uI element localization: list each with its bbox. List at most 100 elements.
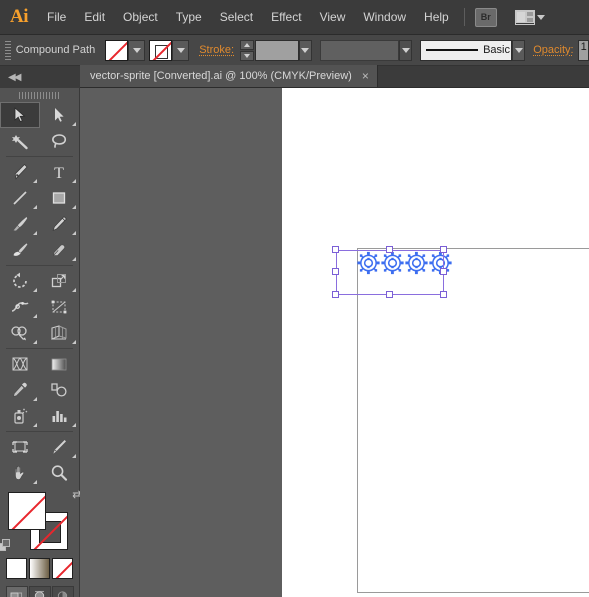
eyedropper-tool[interactable]: [0, 377, 40, 403]
scale-icon: [50, 272, 68, 290]
line-segment-tool[interactable]: [0, 185, 40, 211]
stroke-profile-input[interactable]: [320, 40, 399, 61]
toolbox-grip[interactable]: [0, 88, 79, 102]
document-tab[interactable]: vector-sprite [Converted].ai @ 100% (CMY…: [80, 65, 378, 87]
control-bar-grip[interactable]: [4, 40, 11, 60]
selection-bounding-box[interactable]: [336, 250, 444, 295]
illustrator-window: Ai File Edit Object Type Select Effect V…: [0, 0, 589, 597]
gradient-tool[interactable]: [40, 351, 80, 377]
magic-wand-tool[interactable]: [0, 128, 40, 154]
opacity-input[interactable]: 1: [578, 40, 589, 61]
default-fill-stroke-icon[interactable]: [0, 539, 11, 552]
brush-definition-field[interactable]: Basic: [420, 40, 512, 61]
none-mode-button[interactable]: [52, 558, 73, 579]
artboard-bottom-edge: [357, 592, 589, 593]
slice-tool[interactable]: [40, 434, 80, 460]
draw-normal-icon: [10, 590, 23, 597]
tool-divider: [6, 156, 73, 157]
direct-selection-tool[interactable]: [40, 102, 80, 128]
free-transform-tool[interactable]: [40, 294, 80, 320]
workspace-switcher[interactable]: [515, 10, 545, 25]
eraser-tool[interactable]: [40, 237, 80, 263]
paintbrush-tool[interactable]: [0, 211, 40, 237]
stroke-profile-dropdown-arrow[interactable]: [399, 40, 412, 61]
column-graph-tool[interactable]: [40, 403, 80, 429]
width-tool[interactable]: [0, 294, 40, 320]
shape-builder-icon: [10, 325, 30, 341]
type-tool[interactable]: T: [40, 159, 80, 185]
draw-inside-button[interactable]: [52, 586, 74, 597]
selection-type-label: Compound Path: [16, 44, 96, 56]
close-icon[interactable]: ×: [362, 70, 369, 82]
collapse-panel-icon[interactable]: ◀◀: [8, 72, 19, 83]
selection-handle-bottom-center[interactable]: [386, 291, 393, 298]
blob-brush-icon: [11, 241, 29, 259]
canvas-document-area[interactable]: [282, 88, 589, 597]
symbol-sprayer-icon: [11, 407, 29, 425]
blob-brush-tool[interactable]: [0, 237, 40, 263]
perspective-grid-tool[interactable]: [40, 320, 80, 346]
lasso-tool[interactable]: [40, 128, 80, 154]
stroke-control[interactable]: [149, 40, 189, 61]
menu-type[interactable]: Type: [167, 0, 211, 35]
selection-handle-bottom-left[interactable]: [332, 291, 339, 298]
selection-handle-top-center[interactable]: [386, 246, 393, 253]
zoom-tool[interactable]: [40, 460, 80, 486]
fill-dropdown-arrow[interactable]: [128, 40, 145, 61]
mesh-tool[interactable]: [0, 351, 40, 377]
stroke-weight-stepper[interactable]: [240, 40, 254, 61]
stroke-swatch[interactable]: [149, 40, 172, 61]
gradient-icon: [50, 357, 68, 372]
menu-help[interactable]: Help: [415, 0, 458, 35]
artboard-left-edge: [357, 248, 358, 593]
menu-window[interactable]: Window: [354, 0, 415, 35]
fill-swatch[interactable]: [105, 40, 128, 61]
brush-stroke-preview: [426, 49, 478, 51]
fill-control[interactable]: [105, 40, 145, 61]
menu-file[interactable]: File: [38, 0, 75, 35]
selection-handle-top-right[interactable]: [440, 246, 447, 253]
scale-tool[interactable]: [40, 268, 80, 294]
free-transform-icon: [50, 299, 68, 315]
magnifier-icon: [50, 464, 68, 482]
menu-edit[interactable]: Edit: [75, 0, 114, 35]
shape-builder-tool[interactable]: [0, 320, 40, 346]
blend-icon: [49, 382, 69, 398]
stroke-weight-dropdown-arrow[interactable]: [299, 40, 312, 61]
brush-dropdown-arrow[interactable]: [512, 40, 525, 61]
stroke-weight-input[interactable]: [255, 40, 299, 61]
column-graph-icon: [50, 408, 68, 424]
draw-behind-button[interactable]: [29, 586, 51, 597]
color-mode-button[interactable]: [6, 558, 27, 579]
stroke-label[interactable]: Stroke:: [199, 44, 234, 56]
bridge-button[interactable]: Br: [475, 8, 497, 27]
menu-select[interactable]: Select: [211, 0, 262, 35]
menu-effect[interactable]: Effect: [262, 0, 310, 35]
symbol-sprayer-tool[interactable]: [0, 403, 40, 429]
fill-color-indicator[interactable]: [8, 492, 46, 530]
opacity-label[interactable]: Opacity:: [533, 44, 573, 56]
draw-normal-button[interactable]: [6, 586, 28, 597]
stroke-dropdown-arrow[interactable]: [172, 40, 189, 61]
menu-view[interactable]: View: [311, 0, 355, 35]
hand-tool[interactable]: [0, 460, 40, 486]
slice-knife-icon: [50, 438, 68, 456]
blend-tool[interactable]: [40, 377, 80, 403]
pen-nib-icon: [11, 163, 29, 181]
selection-tool[interactable]: [0, 102, 40, 128]
document-tab-bar: vector-sprite [Converted].ai @ 100% (CMY…: [80, 66, 589, 88]
gradient-mode-button[interactable]: [29, 558, 50, 579]
selection-handle-bottom-right[interactable]: [440, 291, 447, 298]
canvas-pasteboard[interactable]: [80, 88, 282, 597]
selection-handle-middle-left[interactable]: [332, 268, 339, 275]
draw-inside-icon: [56, 590, 69, 597]
pen-tool[interactable]: [0, 159, 40, 185]
menu-object[interactable]: Object: [114, 0, 167, 35]
selection-handle-top-left[interactable]: [332, 246, 339, 253]
tool-divider: [6, 348, 73, 349]
rectangle-tool[interactable]: [40, 185, 80, 211]
rotate-tool[interactable]: [0, 268, 40, 294]
pencil-tool[interactable]: [40, 211, 80, 237]
selection-handle-middle-right[interactable]: [440, 268, 447, 275]
artboard-tool[interactable]: [0, 434, 40, 460]
